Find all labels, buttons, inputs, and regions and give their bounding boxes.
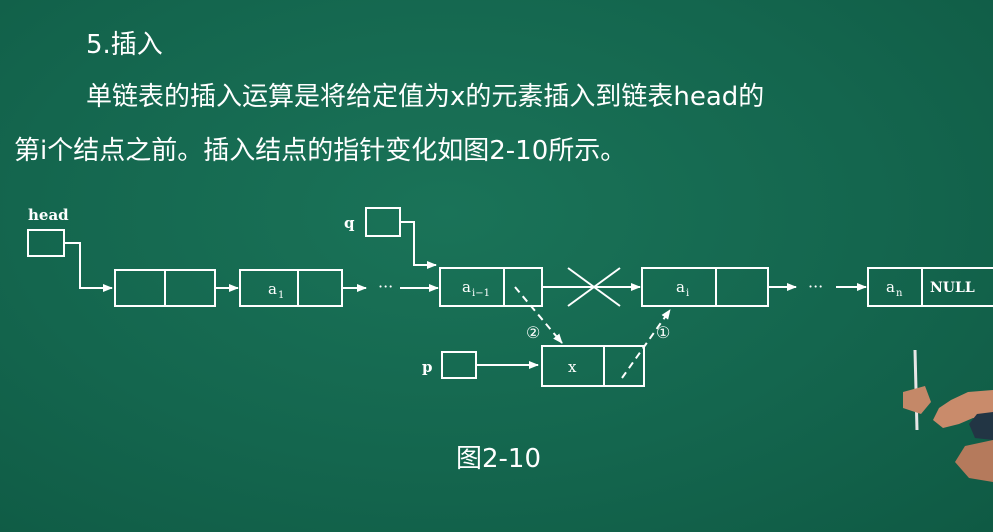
head-link-arrow bbox=[64, 242, 113, 292]
ellipsis-2: ··· bbox=[808, 277, 823, 296]
ai-label: a bbox=[676, 278, 685, 296]
node-a1 bbox=[239, 269, 343, 307]
ai-subscript: i bbox=[686, 288, 689, 299]
new-node-x bbox=[541, 345, 645, 387]
q-pointer-box bbox=[365, 207, 401, 237]
node-ai bbox=[641, 267, 769, 307]
q-label: q bbox=[344, 214, 355, 232]
ai-minus-1-subscript: i−1 bbox=[472, 288, 490, 299]
p-label: p bbox=[422, 358, 433, 376]
figure-caption: 图2-10 bbox=[456, 444, 542, 474]
a1-subscript: 1 bbox=[278, 290, 284, 301]
a1-label: a bbox=[268, 280, 277, 298]
ellipsis-1: ··· bbox=[378, 277, 393, 296]
presenter-figure bbox=[903, 349, 993, 482]
step2-label: ② bbox=[526, 323, 540, 342]
head-label: head bbox=[28, 206, 69, 224]
new-node-x-label: x bbox=[568, 358, 577, 376]
head-pointer-box bbox=[27, 229, 65, 257]
ai-minus-1-label: a bbox=[462, 278, 471, 296]
step1-dashed-arrow bbox=[621, 309, 671, 379]
step1-label: ① bbox=[656, 323, 670, 342]
p-pointer-box bbox=[441, 351, 477, 379]
q-link-arrow bbox=[400, 221, 437, 269]
